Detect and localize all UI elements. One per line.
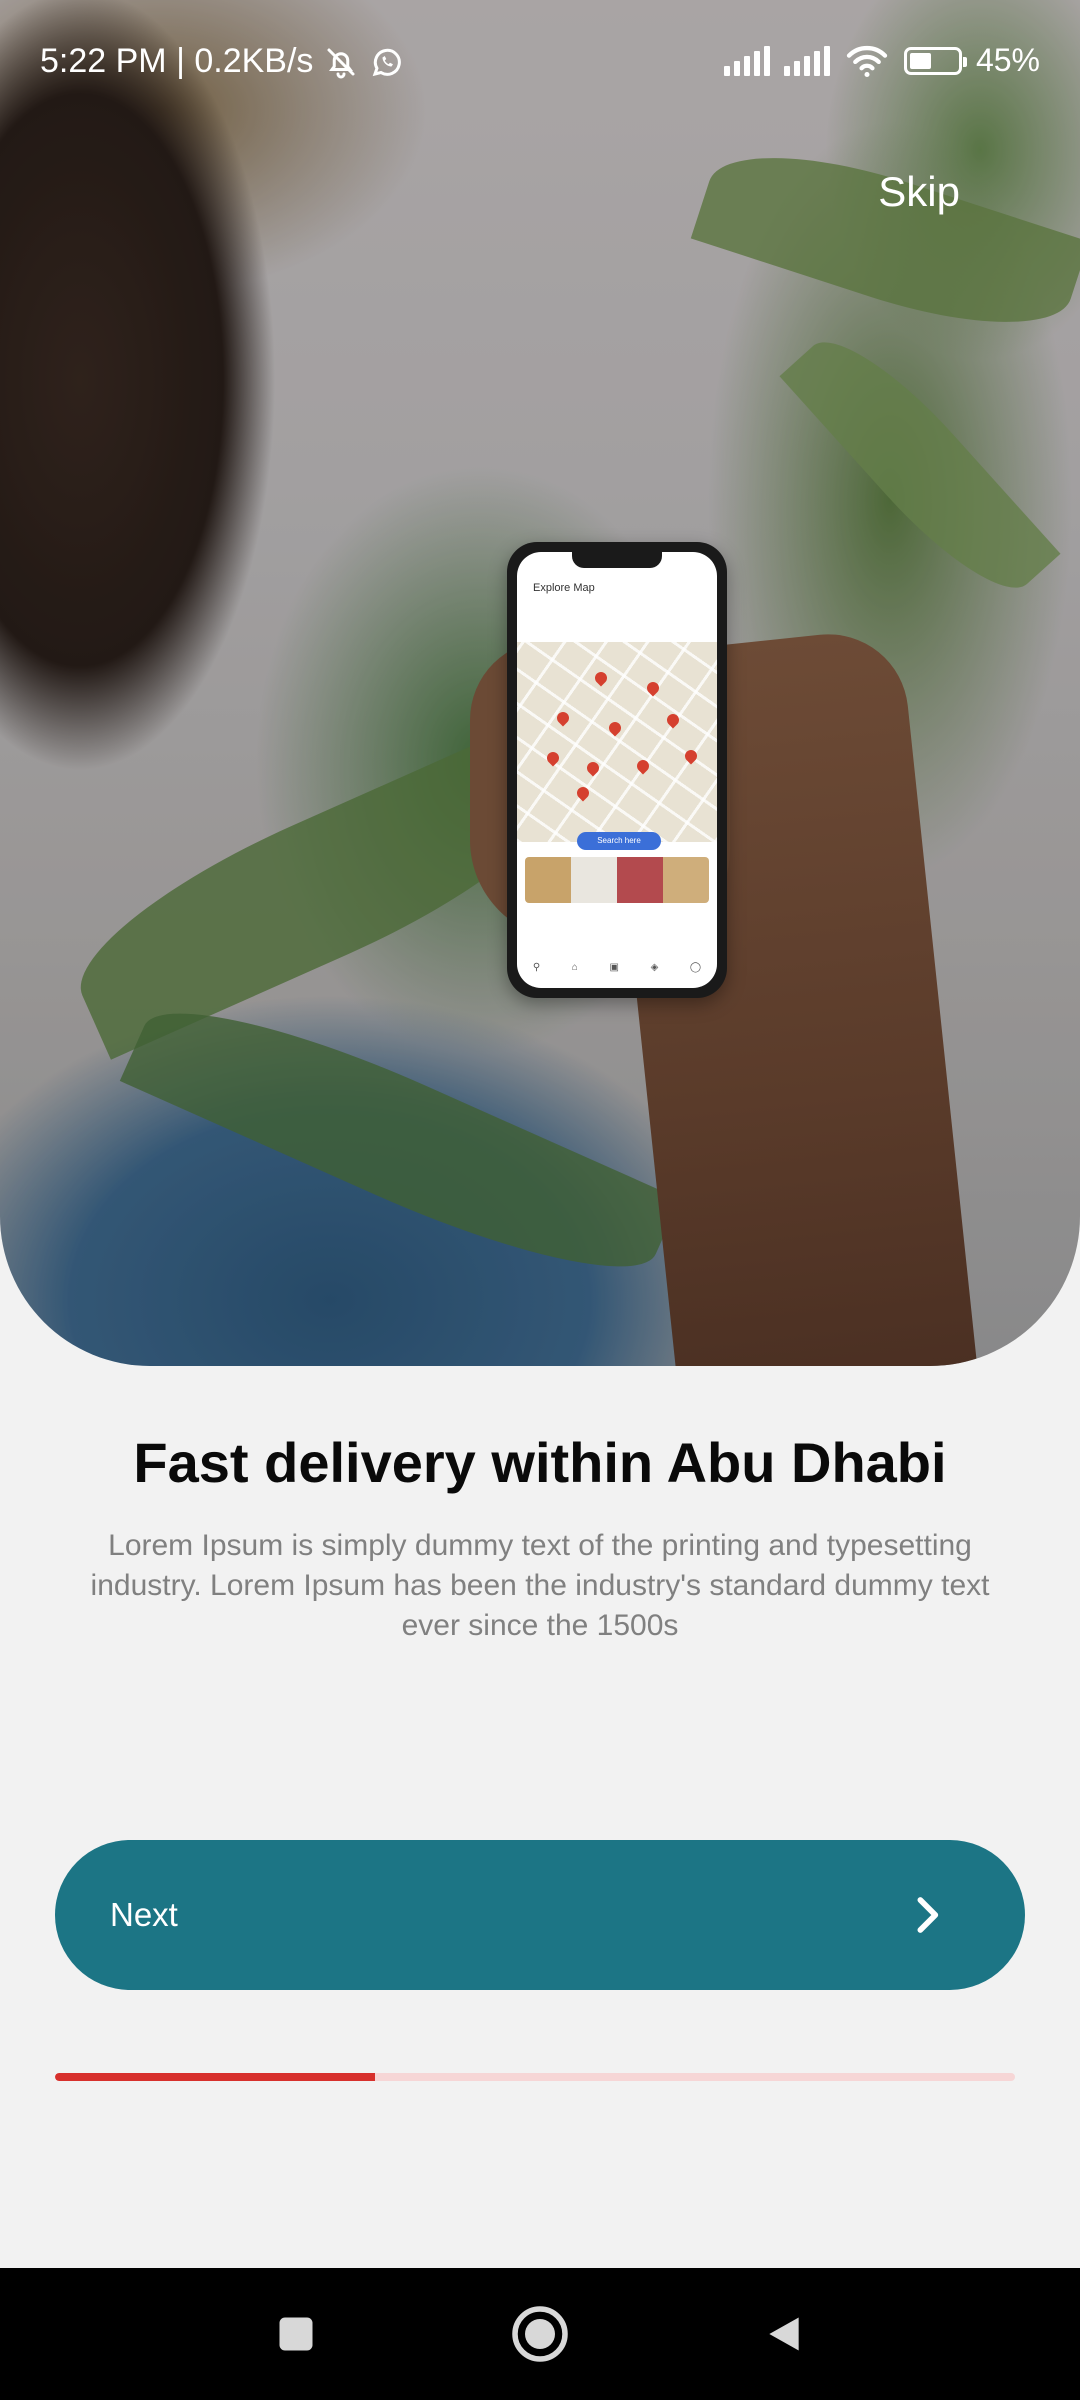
battery-percent: 45% (975, 42, 1040, 78)
bell-off-icon (327, 48, 355, 78)
status-bar: 5:22 PM | 0.2KB/s 45% (0, 0, 1080, 130)
back-button[interactable] (752, 2302, 816, 2366)
onboarding-progress (55, 2073, 1015, 2081)
system-nav-bar (0, 2268, 1080, 2400)
mini-plus-icon: ▣ (609, 961, 619, 973)
status-right: 45% (723, 42, 1040, 79)
battery-fill (909, 52, 931, 69)
map-pin-icon (606, 719, 624, 737)
hero-phone-screen: Explore Map Search here ⚲ ⌂ ▣ ◈ ◯ (517, 552, 717, 988)
onboarding-screen: Explore Map Search here ⚲ ⌂ ▣ ◈ ◯ 5:22 P… (0, 0, 1080, 2400)
signal-icon (723, 45, 770, 76)
skip-button[interactable]: Skip (878, 168, 960, 216)
leaf-shape (779, 315, 1061, 615)
map-pin-icon (644, 679, 662, 697)
hero-phone-search: Search here (577, 832, 661, 850)
map-pin-icon (584, 759, 602, 777)
hero-phone-map (517, 642, 717, 842)
hero-phone-food-strip (525, 857, 709, 903)
next-button[interactable]: Next (55, 1840, 1025, 1990)
leaf-shape (690, 124, 1080, 356)
leaf-shape (119, 971, 681, 1309)
map-pin-icon (634, 757, 652, 775)
map-pin-icon (592, 669, 610, 687)
back-triangle-icon (769, 2317, 799, 2351)
status-time: 5:22 PM | 0.2KB/s (40, 42, 314, 80)
home-circle-icon (512, 2306, 568, 2362)
status-left: 5:22 PM | 0.2KB/s (40, 42, 405, 81)
home-button[interactable] (508, 2302, 572, 2366)
mini-user-icon: ◯ (689, 961, 702, 973)
chevron-right-icon (917, 1897, 939, 1933)
map-pin-icon (574, 784, 592, 802)
hero-phone-nav: ⚲ ⌂ ▣ ◈ ◯ (517, 956, 717, 978)
mini-home-icon: ⌂ (571, 961, 578, 973)
hero-phone-title: Explore Map (533, 582, 595, 594)
next-button-label: Next (110, 1896, 178, 1933)
signal-icon (783, 45, 830, 76)
mini-bell-icon: ◈ (650, 961, 659, 973)
map-pin-icon (664, 711, 682, 729)
map-pin-icon (682, 747, 700, 765)
onboarding-progress-fill (55, 2073, 375, 2081)
wifi-icon (846, 45, 888, 77)
map-pin-icon (544, 749, 562, 767)
phone-notch (572, 552, 662, 568)
battery-icon (903, 46, 967, 75)
mini-search-icon: ⚲ (532, 961, 541, 973)
hero-phone: Explore Map Search here ⚲ ⌂ ▣ ◈ ◯ (507, 542, 727, 998)
square-icon (279, 2317, 313, 2351)
onboarding-description: Lorem Ipsum is simply dummy text of the … (90, 1529, 990, 1642)
onboarding-title: Fast delivery within Abu Dhabi (133, 1431, 947, 1494)
map-pin-icon (554, 709, 572, 727)
recents-button[interactable] (264, 2302, 328, 2366)
whatsapp-icon (373, 48, 402, 76)
